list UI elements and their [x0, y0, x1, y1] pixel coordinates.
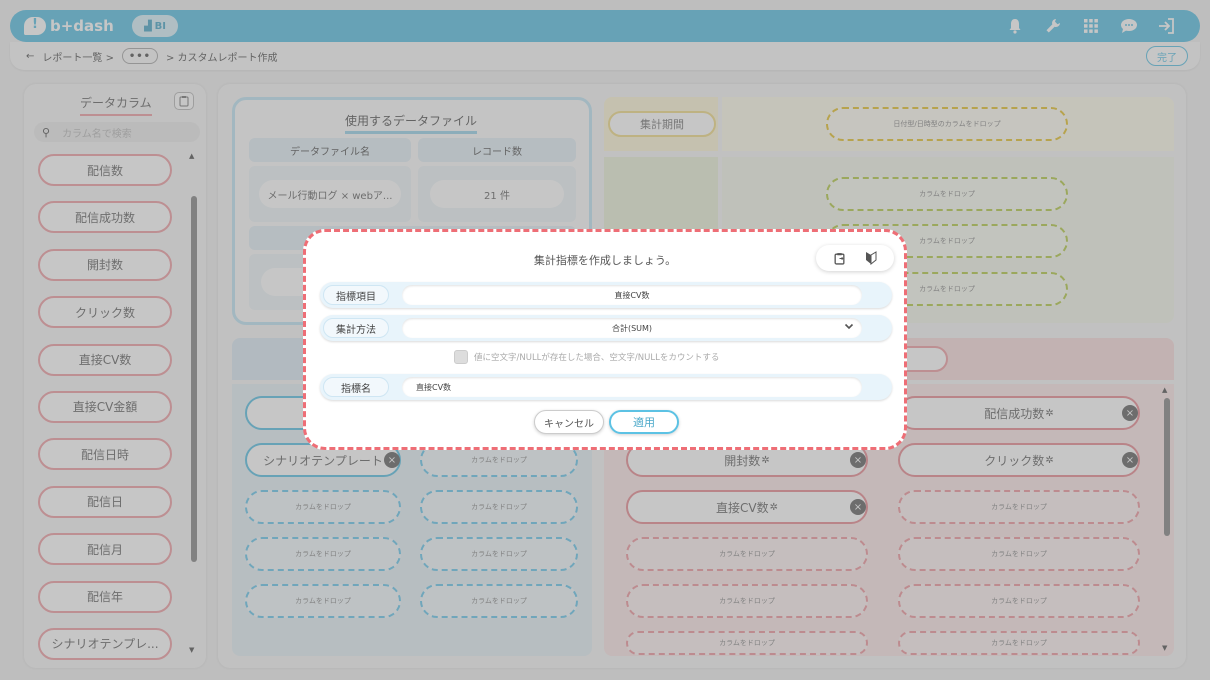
- metric-name-row: 指標名 直接CV数: [320, 374, 892, 400]
- modal-title: 集計指標を作成しましょう。: [533, 254, 677, 267]
- metric-create-modal: 集計指標を作成しましょう。 指標項目 直接CV数 集計方法 合計(SUM) 値に…: [303, 229, 907, 450]
- chevron-down-icon: [844, 321, 854, 334]
- cancel-button[interactable]: キャンセル: [534, 410, 604, 434]
- aggregation-row: 集計方法 合計(SUM): [320, 315, 892, 341]
- null-count-label: 値に空文字/NULLが存在した場合、空文字/NULLをカウントする: [474, 353, 720, 363]
- aggregation-select[interactable]: 合計(SUM): [402, 318, 862, 338]
- aggregation-label: 集計方法: [323, 318, 389, 338]
- metric-name-label: 指標名: [323, 377, 389, 397]
- aggregation-value: 合計(SUM): [611, 323, 653, 333]
- metric-item-label: 指標項目: [323, 285, 389, 305]
- modal-tools: [816, 245, 894, 271]
- null-count-checkbox[interactable]: [454, 350, 468, 364]
- metric-item-row: 指標項目 直接CV数: [320, 282, 892, 308]
- null-count-option: 値に空文字/NULLが存在した場合、空文字/NULLをカウントする: [454, 350, 719, 364]
- metric-item-field[interactable]: 直接CV数: [402, 285, 862, 305]
- clipboard-icon[interactable]: [832, 250, 848, 266]
- apply-button[interactable]: 適用: [609, 410, 679, 434]
- beginner-mark-icon[interactable]: [863, 250, 879, 266]
- metric-name-input[interactable]: 直接CV数: [402, 377, 862, 397]
